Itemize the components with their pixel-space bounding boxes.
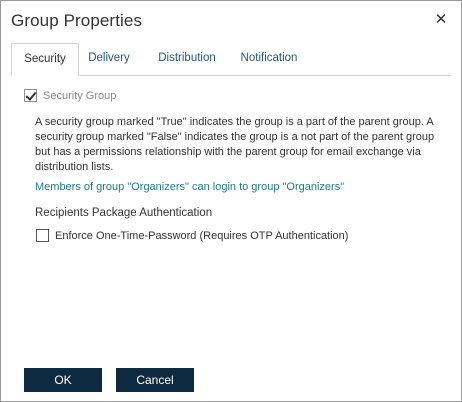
security-group-description: A security group marked "True" indicates…: [35, 116, 435, 173]
otp-checkbox[interactable]: [36, 229, 49, 242]
login-info-text: Members of group "Organizers" can login …: [35, 181, 345, 193]
tab-bar: Security Delivery Distribution Notificat…: [11, 43, 451, 76]
dialog-title: Group Properties: [11, 11, 143, 30]
recipients-heading: Recipients Package Authentication: [35, 207, 213, 219]
tab-delivery[interactable]: Delivery: [83, 43, 135, 74]
group-properties-dialog: Group Properties ✕ Security Delivery Dis…: [0, 0, 462, 402]
otp-label: Enforce One-Time-Password (Requires OTP …: [55, 230, 349, 242]
security-group-checkbox[interactable]: [24, 89, 37, 102]
security-group-label: Security Group: [43, 90, 117, 102]
cancel-button[interactable]: Cancel: [116, 368, 194, 392]
close-icon[interactable]: ✕: [433, 11, 449, 28]
ok-button[interactable]: OK: [24, 368, 102, 392]
tab-security[interactable]: Security: [11, 43, 79, 76]
tab-distribution[interactable]: Distribution: [147, 43, 227, 74]
tab-notification[interactable]: Notification: [229, 43, 309, 74]
